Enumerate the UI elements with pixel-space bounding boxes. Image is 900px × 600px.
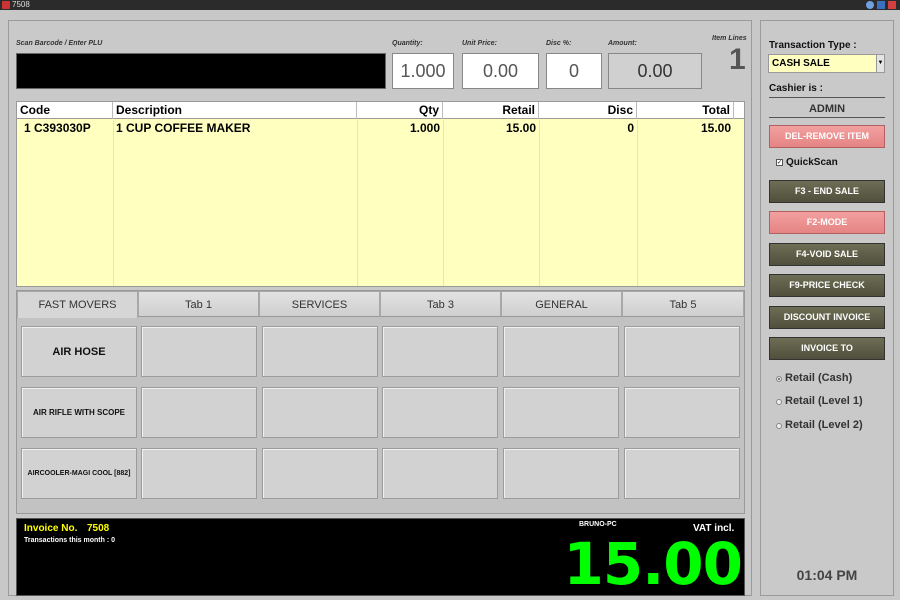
transactions-month: Transactions this month : 0	[24, 537, 116, 544]
tile-empty[interactable]	[141, 387, 257, 438]
tile-aircooler[interactable]: AIRCOOLER-MAGI COOL [882]	[21, 448, 137, 499]
item-lines-label: Item Lines	[712, 35, 747, 42]
del-remove-item-button[interactable]: DEL-REMOVE ITEM	[769, 125, 885, 148]
unit-price-label: Unit Price:	[462, 40, 498, 47]
transaction-type-label: Transaction Type :	[769, 40, 857, 51]
price-check-button[interactable]: F9-PRICE CHECK	[769, 274, 885, 297]
item-lines-count: 1	[729, 43, 746, 76]
tile-empty[interactable]	[262, 448, 378, 499]
tile-empty[interactable]	[262, 387, 378, 438]
transaction-type-select[interactable]: CASH SALE ▼	[768, 54, 885, 73]
cell-description: 1 CUP COFFEE MAKER	[116, 121, 251, 135]
mode-button[interactable]: F2-MODE	[769, 211, 885, 234]
tab-3[interactable]: Tab 3	[380, 291, 501, 317]
tile-empty[interactable]	[382, 387, 498, 438]
scan-barcode-input[interactable]	[16, 53, 386, 89]
network-icon[interactable]	[866, 1, 874, 9]
tile-empty[interactable]	[262, 326, 378, 377]
tab-fast-movers[interactable]: FAST MOVERS	[17, 291, 138, 318]
cashier-label: Cashier is :	[769, 83, 823, 94]
amount-label: Amount:	[608, 40, 637, 47]
tile-empty[interactable]	[624, 387, 740, 438]
tile-empty[interactable]	[503, 387, 619, 438]
sale-panel: Scan Barcode / Enter PLU Quantity: 1.000…	[8, 20, 752, 596]
tile-empty[interactable]	[141, 448, 257, 499]
retail-cash-label: Retail (Cash)	[785, 372, 853, 384]
amount-field: 0.00	[608, 53, 702, 89]
radio-retail-cash[interactable]	[776, 376, 782, 382]
cell-qty: 1.000	[409, 121, 440, 135]
app-icon	[2, 1, 10, 9]
table-row[interactable]: 1 C393030P 1 CUP COFFEE MAKER 1.000 15.0…	[17, 120, 744, 136]
retail-level2-label: Retail (Level 2)	[785, 419, 863, 431]
tile-air-hose[interactable]: AIR HOSE	[21, 326, 137, 377]
tile-empty[interactable]	[624, 326, 740, 377]
col-total[interactable]: Total	[637, 102, 734, 119]
quickscan-checkbox[interactable]: ✓	[776, 159, 783, 166]
discount-invoice-button[interactable]: DISCOUNT INVOICE	[769, 306, 885, 329]
end-sale-button[interactable]: F3 - END SALE	[769, 180, 885, 203]
invoice-number: 7508	[87, 523, 110, 534]
tile-empty[interactable]	[382, 448, 498, 499]
tile-empty[interactable]	[141, 326, 257, 377]
clock: 01:04 PM	[796, 567, 858, 583]
pc-name: BRUNO-PC	[579, 521, 617, 528]
tab-5[interactable]: Tab 5	[622, 291, 744, 317]
tile-air-rifle[interactable]: AIR RIFLE WITH SCOPE	[21, 387, 137, 438]
system-tray	[866, 1, 896, 9]
cashier-name: ADMIN	[808, 103, 846, 115]
tile-empty[interactable]	[624, 448, 740, 499]
close-icon[interactable]	[888, 1, 896, 9]
tile-empty[interactable]	[382, 326, 498, 377]
retail-level1-label: Retail (Level 1)	[785, 395, 863, 407]
pos-app: Scan Barcode / Enter PLU Quantity: 1.000…	[0, 10, 900, 600]
cell-disc: 0	[627, 121, 634, 135]
radio-retail-level2[interactable]	[776, 423, 782, 429]
sale-items-grid[interactable]: Code Description Qty Retail Disc Total 1…	[16, 101, 745, 287]
disc-label: Disc %:	[546, 40, 572, 47]
unit-price-field[interactable]: 0.00	[462, 53, 539, 89]
window-title: 7508	[12, 0, 30, 9]
chevron-down-icon[interactable]: ▼	[876, 55, 884, 72]
void-sale-button[interactable]: F4-VOID SALE	[769, 243, 885, 266]
scan-label: Scan Barcode / Enter PLU	[16, 40, 103, 47]
tile-empty[interactable]	[503, 326, 619, 377]
grand-total: 15.00	[563, 530, 743, 598]
radio-retail-level1[interactable]	[776, 399, 782, 405]
cell-retail: 15.00	[505, 121, 536, 135]
invoice-to-button[interactable]: INVOICE TO	[769, 337, 885, 360]
quantity-field[interactable]: 1.000	[392, 53, 454, 89]
tab-1[interactable]: Tab 1	[138, 291, 259, 317]
quantity-label: Quantity:	[392, 40, 423, 47]
grid-header: Code Description Qty Retail Disc Total	[17, 102, 744, 119]
total-display: Invoice No. 7508 Transactions this month…	[16, 518, 745, 596]
quickscan-label: QuickScan	[786, 157, 838, 168]
window-titlebar: 7508	[0, 0, 900, 10]
cell-code: 1 C393030P	[24, 121, 91, 135]
col-description[interactable]: Description	[113, 102, 357, 119]
sidebar: Transaction Type : CASH SALE ▼ Cashier i…	[760, 20, 894, 596]
tile-empty[interactable]	[503, 448, 619, 499]
shield-icon[interactable]	[877, 1, 885, 9]
tab-services[interactable]: SERVICES	[259, 291, 380, 317]
col-qty[interactable]: Qty	[357, 102, 443, 119]
col-code[interactable]: Code	[17, 102, 113, 119]
tab-general[interactable]: GENERAL	[501, 291, 622, 317]
product-tabs: FAST MOVERS Tab 1 SERVICES Tab 3 GENERAL…	[16, 290, 745, 514]
col-retail[interactable]: Retail	[443, 102, 539, 119]
col-disc[interactable]: Disc	[539, 102, 637, 119]
disc-field[interactable]: 0	[546, 53, 602, 89]
cell-total: 15.00	[700, 121, 731, 135]
invoice-label: Invoice No.	[24, 523, 78, 534]
transaction-type-value: CASH SALE	[772, 58, 830, 69]
